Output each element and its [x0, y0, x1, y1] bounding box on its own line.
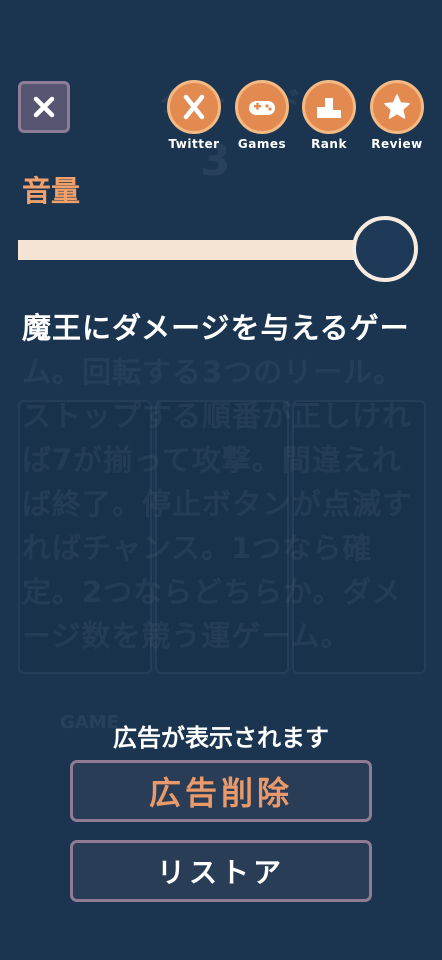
review-button[interactable]: Review: [368, 80, 426, 151]
review-icon-circle: [370, 80, 424, 134]
games-button[interactable]: Games: [233, 80, 291, 151]
star-icon: [384, 94, 410, 119]
games-label: Games: [237, 137, 287, 151]
remove-ads-button[interactable]: 広告削除: [70, 760, 372, 822]
twitter-button[interactable]: Twitter: [165, 80, 223, 151]
games-icon-circle: [235, 80, 289, 134]
x-logo-icon: [183, 94, 205, 120]
restore-button[interactable]: リストア: [70, 840, 372, 902]
volume-slider-track[interactable]: [18, 240, 386, 260]
close-icon: [33, 96, 55, 118]
game-description: 魔王にダメージを与えるゲーム。回転する3つのリール。ストップする順番が正しければ…: [22, 306, 422, 658]
twitter-icon-circle: [167, 80, 221, 134]
rank-button[interactable]: Rank: [300, 80, 358, 151]
ad-notice-text: 広告が表示されます: [113, 724, 329, 752]
volume-label: 音量: [22, 174, 81, 208]
rank-label: Rank: [311, 137, 347, 151]
podium-icon: [317, 98, 341, 118]
close-button[interactable]: [18, 81, 70, 133]
rank-icon-circle: [302, 80, 356, 134]
volume-slider-knob[interactable]: [352, 216, 418, 282]
description-first-line: 魔王にダメージを与えるゲー: [22, 311, 409, 345]
twitter-label: Twitter: [168, 137, 220, 151]
gamepad-icon: [249, 101, 275, 115]
description-rest: ム。回転する3つのリール。ストップする順番が正しければ7が揃って攻撃。間違えれば…: [22, 355, 413, 653]
review-label: Review: [371, 137, 423, 151]
